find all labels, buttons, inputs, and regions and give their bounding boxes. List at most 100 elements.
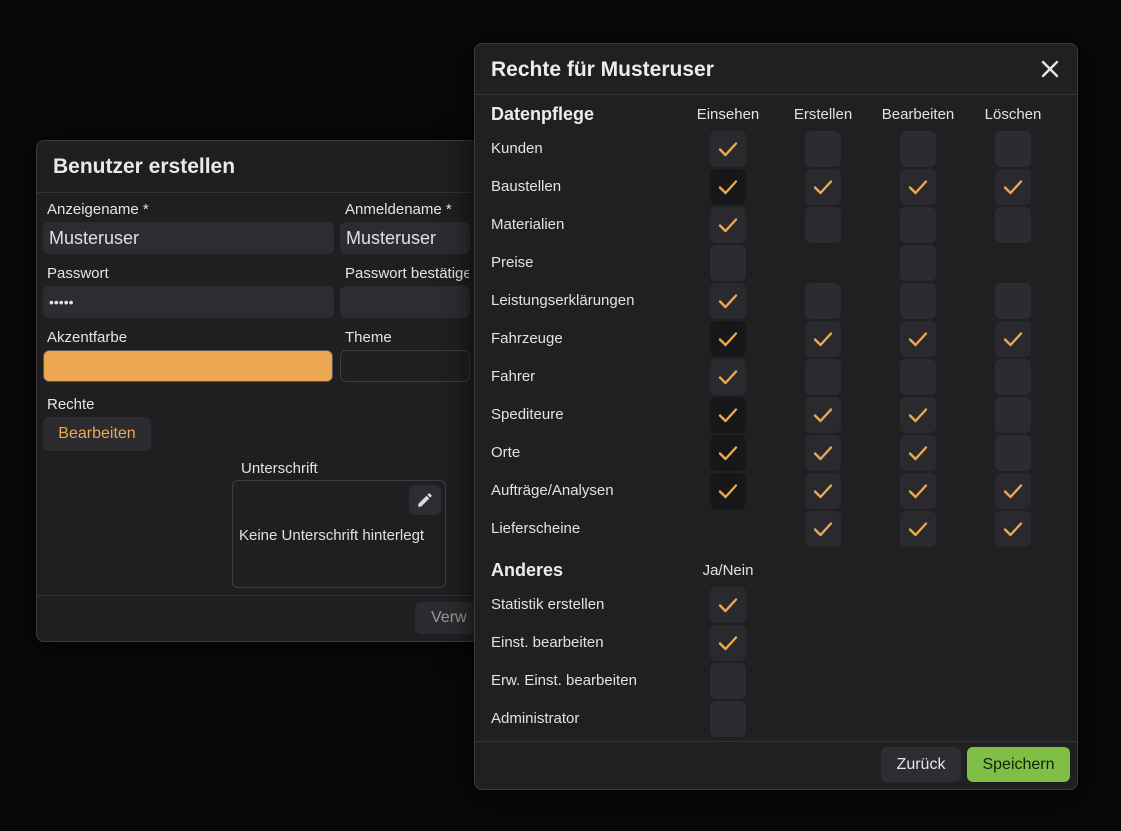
checkbox-loeschen[interactable] [995, 207, 1031, 243]
display-name-label: Anzeigename * [47, 201, 149, 218]
checkbox-loeschen[interactable] [995, 397, 1031, 433]
divider [475, 94, 1077, 95]
checkbox-einsehen[interactable] [710, 321, 746, 357]
display-name-input[interactable]: Musteruser [43, 222, 334, 254]
checkbox-loeschen[interactable] [995, 283, 1031, 319]
checkbox-bearbeiten[interactable] [900, 473, 936, 509]
create-user-title: Benutzer erstellen [53, 155, 236, 178]
check-icon [718, 598, 738, 613]
checkbox-bearbeiten[interactable] [900, 511, 936, 547]
edit-rights-button[interactable]: Bearbeiten [43, 417, 151, 451]
check-icon [718, 218, 738, 233]
checkbox-loeschen[interactable] [995, 511, 1031, 547]
column-header-erstellen: Erstellen [793, 106, 853, 123]
row-label: Baustellen [491, 178, 562, 195]
check-icon [718, 636, 738, 651]
check-icon [908, 408, 928, 423]
save-button[interactable]: Speichern [967, 747, 1070, 782]
rights-label: Rechte [47, 396, 95, 413]
checkbox-loeschen[interactable] [995, 473, 1031, 509]
check-icon [813, 332, 833, 347]
checkbox-erstellen[interactable] [805, 511, 841, 547]
column-header-einsehen: Einsehen [696, 106, 760, 123]
check-icon [1003, 180, 1023, 195]
checkbox-bearbeiten[interactable] [900, 131, 936, 167]
check-icon [908, 332, 928, 347]
checkbox-loeschen[interactable] [995, 435, 1031, 471]
row-label: Lieferscheine [491, 520, 581, 537]
check-icon [718, 370, 738, 385]
checkbox-einsehen[interactable] [710, 397, 746, 433]
check-icon [813, 180, 833, 195]
divider [37, 192, 517, 193]
checkbox-loeschen[interactable] [995, 169, 1031, 205]
check-icon [908, 522, 928, 537]
column-header-ja-nein: Ja/Nein [702, 562, 754, 579]
checkbox-erstellen[interactable] [805, 435, 841, 471]
checkbox-einsehen[interactable] [710, 207, 746, 243]
edit-signature-button[interactable] [409, 485, 441, 515]
checkbox-bearbeiten[interactable] [900, 283, 936, 319]
row-label: Kunden [491, 140, 543, 157]
signature-empty-text: Keine Unterschrift hinterlegt [239, 527, 425, 544]
password-input[interactable]: ••••• [43, 286, 334, 318]
modal-title: Rechte für Musteruser [491, 58, 714, 81]
checkbox-einsehen[interactable] [710, 131, 746, 167]
create-user-dialog: Benutzer erstellen Anzeigename * Musteru… [36, 140, 518, 642]
checkbox-ja-nein[interactable] [710, 701, 746, 737]
login-name-input[interactable]: Musteruser [340, 222, 470, 254]
row-label: Materialien [491, 216, 565, 233]
check-icon [718, 332, 738, 347]
checkbox-einsehen[interactable] [710, 359, 746, 395]
checkbox-ja-nein[interactable] [710, 587, 746, 623]
checkbox-bearbeiten[interactable] [900, 207, 936, 243]
checkbox-loeschen[interactable] [995, 359, 1031, 395]
row-label: Orte [491, 444, 521, 461]
checkbox-erstellen[interactable] [805, 321, 841, 357]
checkbox-erstellen[interactable] [805, 397, 841, 433]
checkbox-einsehen[interactable] [710, 169, 746, 205]
password-confirm-label: Passwort bestätigen [345, 265, 469, 282]
check-icon [718, 294, 738, 309]
password-confirm-input[interactable] [340, 286, 470, 318]
checkbox-erstellen[interactable] [805, 359, 841, 395]
row-label: Aufträge/Analysen [491, 482, 614, 499]
checkbox-bearbeiten[interactable] [900, 245, 936, 281]
checkbox-erstellen[interactable] [805, 473, 841, 509]
theme-select[interactable] [340, 350, 470, 382]
checkbox-einsehen[interactable] [710, 473, 746, 509]
checkbox-einsehen[interactable] [710, 283, 746, 319]
row-label: Preise [491, 254, 534, 271]
checkbox-loeschen[interactable] [995, 321, 1031, 357]
checkbox-erstellen[interactable] [805, 131, 841, 167]
signature-box: Keine Unterschrift hinterlegt [232, 480, 446, 588]
checkbox-loeschen[interactable] [995, 131, 1031, 167]
check-icon [718, 446, 738, 461]
checkbox-bearbeiten[interactable] [900, 359, 936, 395]
checkbox-bearbeiten[interactable] [900, 321, 936, 357]
back-button[interactable]: Zurück [881, 747, 961, 782]
checkbox-erstellen[interactable] [805, 169, 841, 205]
checkbox-ja-nein[interactable] [710, 663, 746, 699]
checkbox-erstellen[interactable] [805, 283, 841, 319]
checkbox-bearbeiten[interactable] [900, 169, 936, 205]
checkbox-einsehen[interactable] [710, 245, 746, 281]
row-label: Fahrzeuge [491, 330, 563, 347]
checkbox-bearbeiten[interactable] [900, 397, 936, 433]
column-header-bearbeiten: Bearbeiten [881, 106, 955, 123]
check-icon [813, 446, 833, 461]
accent-color-label: Akzentfarbe [47, 329, 128, 346]
theme-label: Theme [345, 329, 392, 346]
checkbox-ja-nein[interactable] [710, 625, 746, 661]
checkbox-erstellen[interactable] [805, 207, 841, 243]
check-icon [718, 408, 738, 423]
close-button[interactable] [1039, 58, 1061, 80]
row-label: Erw. Einst. bearbeiten [491, 672, 637, 689]
accent-color-picker[interactable] [43, 350, 333, 382]
section-title-datenpflege: Datenpflege [491, 104, 595, 124]
checkbox-einsehen[interactable] [710, 435, 746, 471]
checkbox-bearbeiten[interactable] [900, 435, 936, 471]
row-label: Statistik erstellen [491, 596, 605, 613]
check-icon [908, 446, 928, 461]
check-icon [1003, 332, 1023, 347]
